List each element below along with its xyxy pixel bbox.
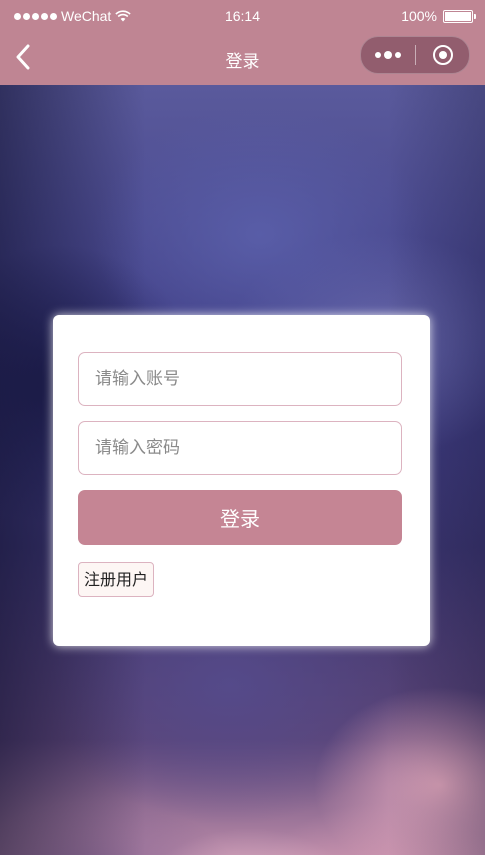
capsule-menu	[360, 36, 470, 74]
battery-fill	[445, 11, 471, 21]
more-dots-icon	[375, 51, 401, 59]
account-input[interactable]	[79, 353, 401, 405]
battery-icon	[443, 9, 476, 23]
app-frame: WeChat 16:14 100% 登录 请输入账号 登录 注册用户	[0, 0, 485, 855]
nav-bar: 登录	[0, 30, 485, 85]
close-miniprogram-button[interactable]	[416, 37, 469, 73]
account-field	[78, 352, 402, 406]
password-field	[78, 421, 402, 475]
status-bar: WeChat 16:14 100%	[0, 0, 485, 30]
battery-percent: 100%	[401, 8, 437, 24]
status-right: 100%	[401, 8, 476, 24]
register-button[interactable]: 注册用户	[78, 562, 155, 597]
login-card: 登录 注册用户	[53, 315, 430, 646]
target-circle-icon	[432, 45, 453, 65]
more-button[interactable]	[361, 37, 415, 73]
login-button[interactable]: 登录	[78, 490, 402, 545]
password-input[interactable]	[79, 422, 401, 474]
